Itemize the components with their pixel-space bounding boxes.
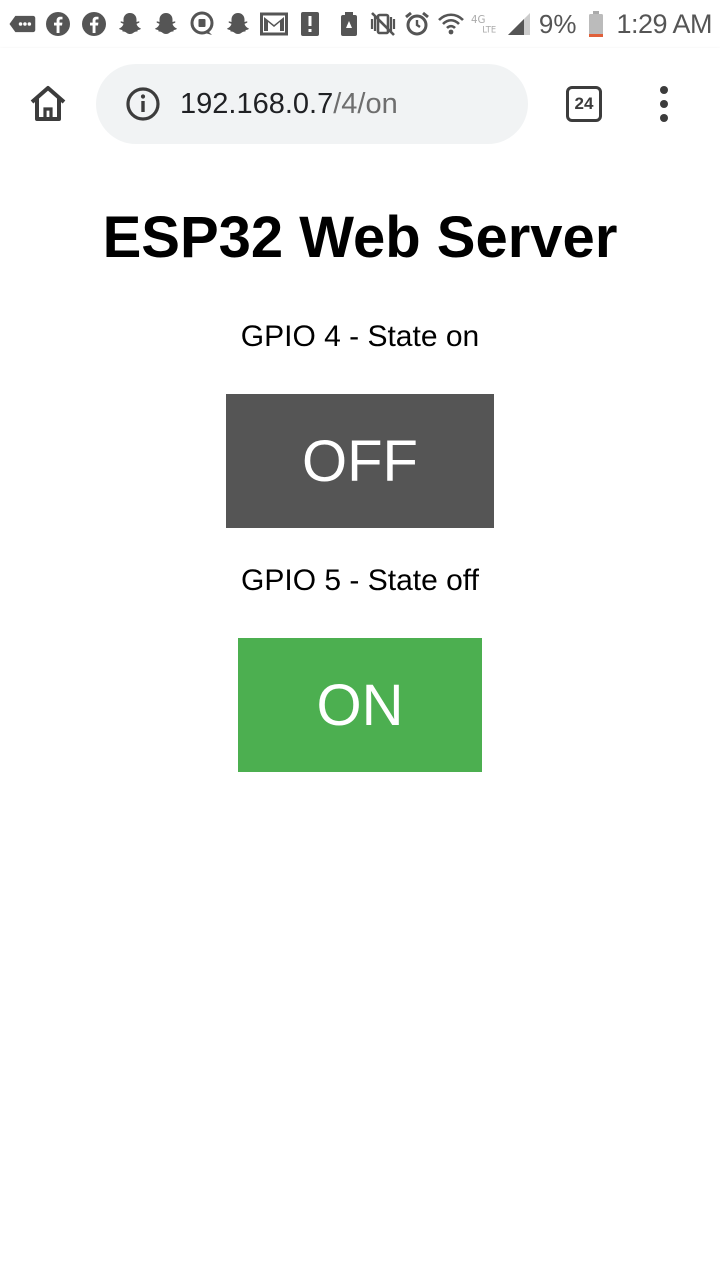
gpio-5-on-button[interactable]: ON: [238, 638, 482, 772]
home-icon: [30, 86, 66, 121]
svg-text:LTE: LTE: [482, 24, 496, 34]
home-button[interactable]: [22, 78, 74, 130]
web-page: ESP32 Web Server GPIO 4 - State on OFF G…: [0, 160, 720, 1280]
page-title: ESP32 Web Server: [102, 205, 618, 270]
status-bar: 4G LTE 9% 1:29 AM: [0, 0, 720, 48]
signal-icon: [505, 10, 533, 38]
alert-icon: [296, 10, 324, 38]
snapchat-icon: [152, 10, 180, 38]
lte-icon: 4G LTE: [471, 10, 499, 38]
url-text[interactable]: 192.168.0.7/4/on: [180, 88, 398, 121]
address-bar[interactable]: 192.168.0.7/4/on: [96, 64, 528, 144]
alarm-icon: [403, 10, 431, 38]
wifi-icon: [437, 10, 465, 38]
battery-icon: [582, 10, 610, 38]
tab-switcher-button[interactable]: 24: [566, 86, 602, 122]
menu-dot: [660, 100, 668, 108]
gpio-5-state-label: GPIO 5 - State off: [241, 564, 479, 597]
menu-dot: [660, 86, 668, 94]
chat-bubble-icon: [188, 10, 216, 38]
gpio-4-off-button[interactable]: OFF: [226, 394, 494, 528]
facebook-icon: [80, 10, 108, 38]
info-icon[interactable]: [124, 85, 162, 123]
overflow-menu-button[interactable]: [650, 78, 678, 130]
browser-toolbar: 192.168.0.7/4/on 24: [0, 48, 720, 160]
notification-icons: [8, 10, 324, 38]
snapchat-icon: [116, 10, 144, 38]
snapchat-icon: [224, 10, 252, 38]
menu-dot: [660, 114, 668, 122]
system-indicators: 4G LTE 9% 1:29 AM: [335, 9, 712, 40]
url-path: /4/on: [333, 87, 398, 120]
gpio-4-state-label: GPIO 4 - State on: [240, 320, 480, 353]
battery-percent: 9%: [538, 8, 577, 39]
vibrate-mute-icon: [369, 10, 397, 38]
tab-count: 24: [574, 94, 594, 113]
battery-saver-icon: [335, 10, 363, 38]
messages-icon: [8, 10, 36, 38]
facebook-icon: [44, 10, 72, 38]
url-host: 192.168.0.7: [180, 87, 334, 120]
gmail-icon: [260, 10, 288, 38]
clock: 1:29 AM: [616, 8, 712, 39]
